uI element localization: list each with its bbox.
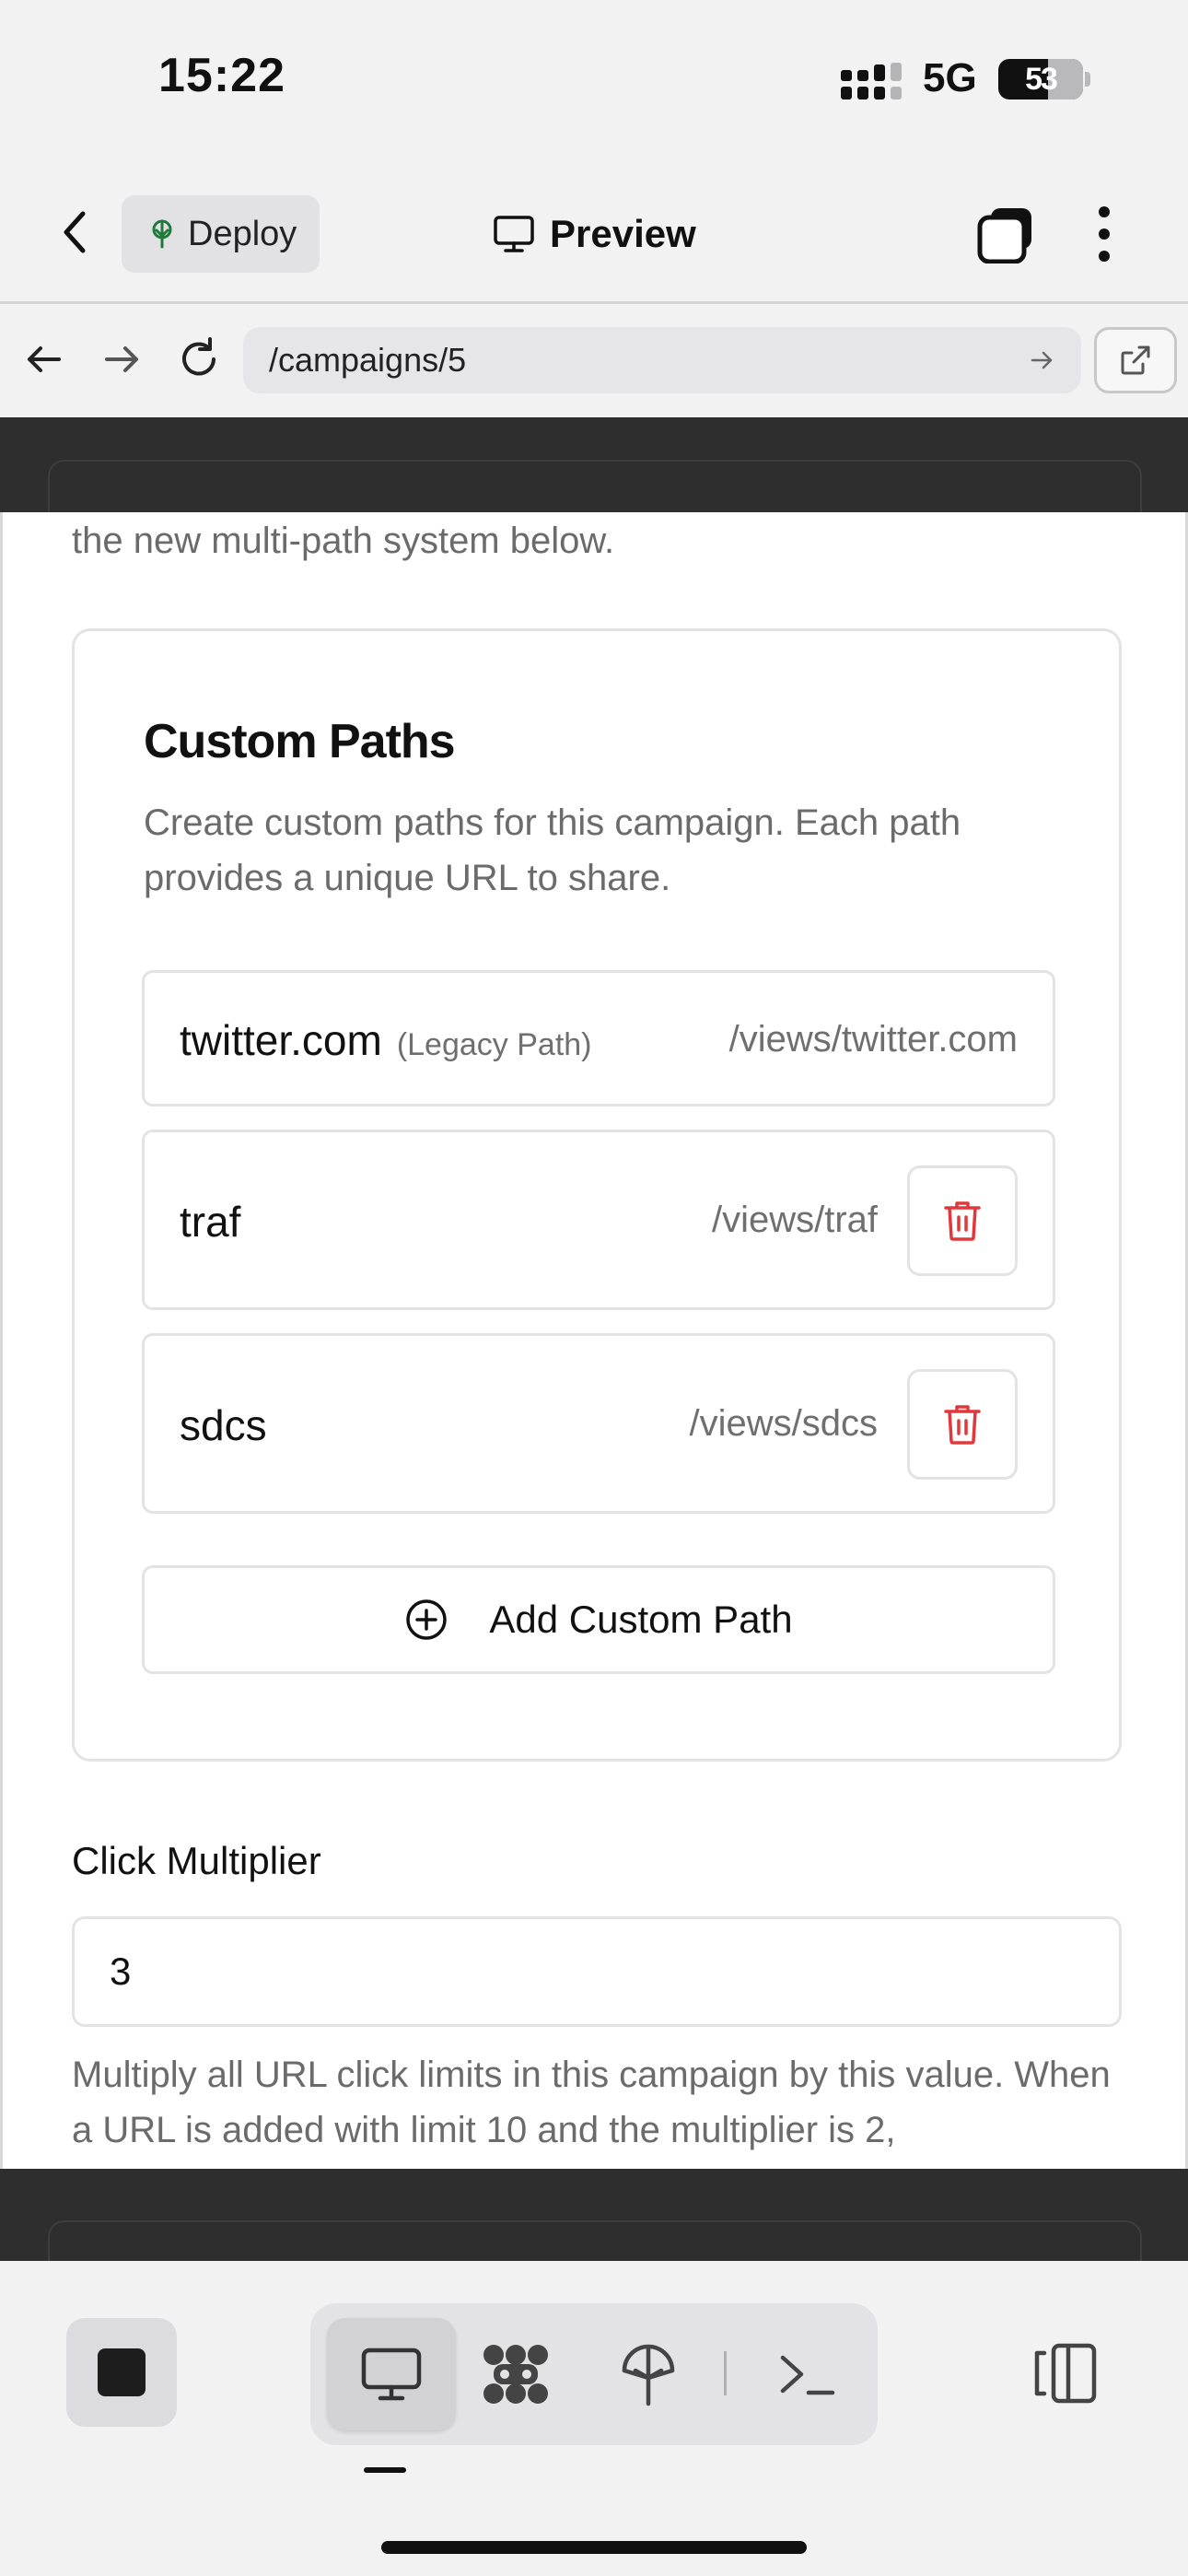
nav-forward-arrow-icon[interactable] <box>96 334 147 385</box>
segment-divider <box>724 2351 727 2395</box>
signal-icon <box>841 63 902 100</box>
path-name: traf <box>180 1198 241 1246</box>
terminal-icon <box>780 2355 835 2395</box>
workflows-button[interactable] <box>451 2318 580 2430</box>
deploy-view-button[interactable] <box>584 2318 713 2430</box>
path-url: /views/sdcs <box>689 1403 879 1444</box>
status-time: 15:22 <box>158 49 285 102</box>
deploy-tree-icon <box>622 2344 675 2406</box>
console-button[interactable] <box>742 2318 871 2430</box>
battery-level: 53 <box>1025 62 1058 97</box>
url-text: /campaigns/5 <box>269 341 467 379</box>
path-name: twitter.com <box>180 1016 382 1064</box>
path-row-legacy: twitter.com (Legacy Path) /views/twitter.… <box>142 970 1055 1107</box>
url-field[interactable]: /campaigns/5 <box>243 327 1081 393</box>
delete-path-button[interactable] <box>907 1369 1018 1480</box>
monitor-icon <box>361 2348 422 2401</box>
click-multiplier-label: Click Multiplier <box>72 1839 321 1882</box>
deploy-tree-icon <box>152 219 172 249</box>
active-view-indicator <box>364 2467 406 2473</box>
add-custom-path-label: Add Custom Path <box>489 1598 793 1641</box>
battery-icon: 53 <box>998 59 1083 100</box>
add-custom-path-button[interactable]: Add Custom Path <box>142 1565 1055 1674</box>
path-url: /views/traf <box>711 1200 878 1240</box>
click-multiplier-input[interactable]: 3 <box>72 1916 1122 2027</box>
open-external-button[interactable] <box>1094 327 1177 393</box>
go-arrow-icon[interactable] <box>1028 346 1055 374</box>
trash-icon <box>944 1405 981 1445</box>
battery-cap <box>1085 72 1090 87</box>
monitor-icon <box>494 216 534 252</box>
external-link-icon <box>1121 345 1150 375</box>
nodes-icon <box>483 2345 548 2404</box>
custom-paths-title: Custom Paths <box>144 715 456 768</box>
tabs-icon[interactable] <box>976 205 1035 263</box>
side-panel-icon[interactable] <box>1030 2340 1103 2406</box>
deploy-button[interactable]: Deploy <box>122 195 320 273</box>
network-label: 5G <box>923 55 977 100</box>
legacy-path-tag: (Legacy Path) <box>396 1027 592 1062</box>
click-multiplier-help: Multiply all URL click limits in this ca… <box>72 2055 1111 2150</box>
plus-circle-icon <box>406 1599 448 1640</box>
preview-frame-bottom <box>0 2169 1188 2276</box>
click-multiplier-value: 3 <box>110 1950 132 1993</box>
path-row-sdcs: sdcs /views/sdcs <box>142 1333 1055 1514</box>
preview-label: Preview <box>550 212 696 255</box>
deploy-label: Deploy <box>188 214 297 253</box>
path-name: sdcs <box>180 1401 267 1449</box>
delete-path-button[interactable] <box>907 1165 1018 1276</box>
stop-icon <box>98 2348 146 2396</box>
preview-frame-top <box>0 417 1188 524</box>
nav-back-arrow-icon[interactable] <box>18 334 70 385</box>
preview-viewport[interactable]: Legacy custom path for backward compatib… <box>0 512 1188 2169</box>
path-row-traf: traf /views/traf <box>142 1130 1055 1310</box>
stop-button[interactable] <box>66 2318 177 2427</box>
legacy-path-description: Legacy custom path for backward compatib… <box>72 521 615 561</box>
home-indicator <box>381 2541 807 2554</box>
reload-icon[interactable] <box>173 334 225 385</box>
trash-icon <box>944 1201 981 1241</box>
preview-title[interactable]: Preview <box>493 206 696 262</box>
more-vertical-icon[interactable] <box>1090 205 1118 263</box>
back-chevron-icon[interactable] <box>55 206 96 258</box>
preview-mode-button[interactable] <box>327 2318 456 2430</box>
path-url: /views/twitter.com <box>728 1019 1018 1060</box>
custom-paths-description: Create custom paths for this campaign. E… <box>144 802 961 898</box>
custom-paths-card: Custom Paths Create custom paths for thi… <box>72 628 1122 1762</box>
